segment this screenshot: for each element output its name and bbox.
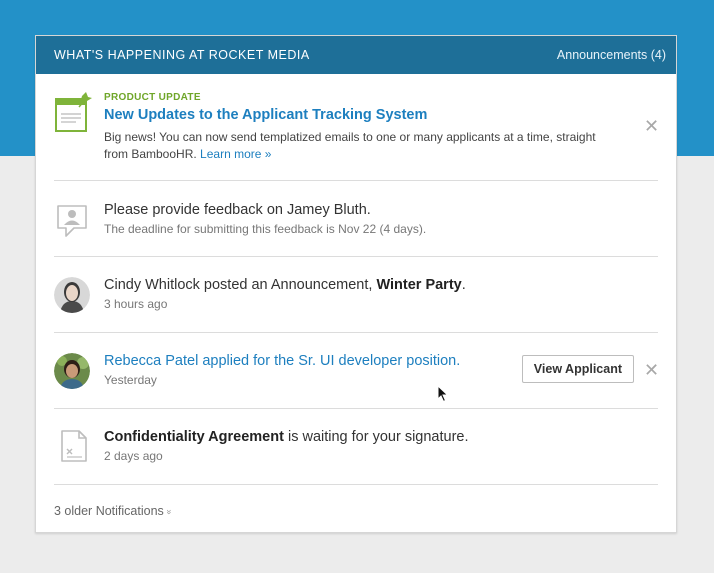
- document-name[interactable]: Confidentiality Agreement: [104, 429, 284, 445]
- dismiss-close-icon[interactable]: ✕: [644, 362, 659, 380]
- notification-body: Big news! You can now send templatized e…: [104, 130, 596, 161]
- notification-category: PRODUCT UPDATE: [104, 92, 201, 103]
- notification-timestamp: 2 days ago: [104, 449, 163, 463]
- learn-more-link[interactable]: Learn more »: [200, 147, 271, 161]
- notification-text: is waiting for your signature.: [283, 429, 469, 445]
- notification-text: Cindy Whitlock posted an Announcement,: [104, 277, 373, 293]
- feedback-bubble-icon: [54, 202, 90, 243]
- list-item: Please provide feedback on Jamey Bluth. …: [54, 181, 658, 257]
- announcements-link[interactable]: Announcements (4): [557, 48, 666, 62]
- chevron-down-icon: »: [164, 509, 175, 515]
- older-notifications-label: 3 older Notifications: [54, 504, 164, 518]
- list-item: Rebecca Patel applied for the Sr. UI dev…: [54, 333, 659, 409]
- mouse-cursor-icon: [437, 384, 449, 408]
- notification-subtext: The deadline for submitting this feedbac…: [104, 222, 427, 236]
- announcement-pin-icon: [54, 92, 92, 139]
- card-title: WHAT'S HAPPENING AT ROCKET MEDIA: [54, 48, 310, 62]
- whats-happening-card: WHAT'S HAPPENING AT ROCKET MEDIA Announc…: [35, 35, 677, 533]
- notification-list: PRODUCT UPDATE New Updates to the Applic…: [36, 74, 676, 485]
- dismiss-close-icon[interactable]: ✕: [644, 118, 659, 136]
- notification-text-suffix: .: [461, 277, 466, 293]
- notification-text: Please provide feedback on Jamey Bluth.: [104, 202, 371, 218]
- notification-title[interactable]: New Updates to the Applicant Tracking Sy…: [104, 107, 658, 123]
- view-applicant-button[interactable]: View Applicant: [521, 355, 634, 383]
- list-item: Cindy Whitlock posted an Announcement, W…: [54, 257, 658, 333]
- older-notifications-link[interactable]: 3 older Notifications»: [36, 485, 676, 518]
- list-item: PRODUCT UPDATE New Updates to the Applic…: [54, 74, 659, 181]
- card-header: WHAT'S HAPPENING AT ROCKET MEDIA Announc…: [36, 36, 676, 74]
- notification-timestamp: 3 hours ago: [104, 297, 168, 311]
- announcement-name: Winter Party: [376, 277, 462, 293]
- list-item: Confidentiality Agreement is waiting for…: [54, 409, 658, 485]
- avatar: [54, 353, 90, 389]
- document-icon: [54, 429, 88, 468]
- avatar: [54, 277, 90, 313]
